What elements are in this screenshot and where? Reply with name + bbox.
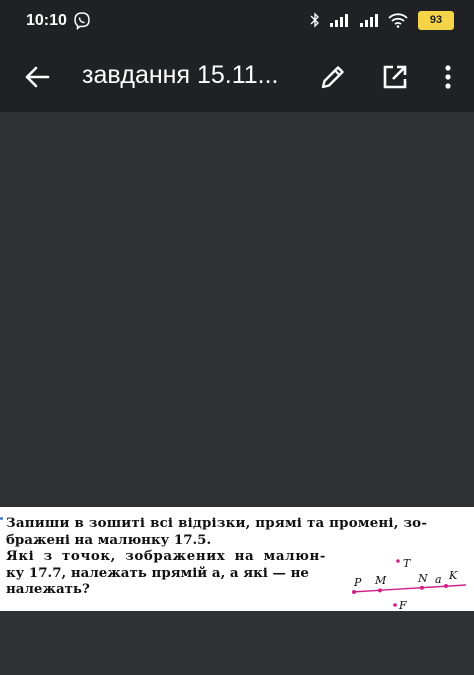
open-external-icon[interactable] [380,62,410,92]
point-t [396,559,400,563]
label-n: N [417,572,428,585]
viber-icon [74,12,90,31]
point-f [393,603,397,607]
battery-icon: 93 [418,11,454,30]
point-p [352,590,356,594]
label-t: T [403,557,412,570]
edit-pencil-icon[interactable] [318,62,348,92]
point-m [378,588,382,593]
label-k: K [448,569,458,582]
signal-icon [330,14,348,27]
image-viewer-background-bottom [0,611,474,675]
label-p: P [353,576,362,589]
document-line: Запиши в зошиті всі відрізки, прямі та п… [6,515,428,531]
label-a: a [435,573,442,586]
document-image[interactable]: Запиши в зошиті всі відрізки, прямі та п… [0,507,474,612]
point-n [420,585,424,590]
label-m: M [374,574,387,587]
image-viewer-background [0,112,474,507]
wifi-icon [388,12,408,28]
bullet-dot [0,517,3,520]
more-vert-icon[interactable] [438,62,458,92]
app-bar: завдання 15.11... [0,42,474,112]
page-title: завдання 15.11... [82,61,279,89]
point-k [444,584,448,588]
signal-icon [360,14,378,27]
status-bar: 10:10 93 [0,0,474,42]
back-arrow-icon[interactable] [22,62,52,92]
figure-17-7: T P M N a K F [351,557,467,612]
document-line: бражені на малюнку 17.5. [6,531,212,548]
status-icons [310,12,408,28]
line-a [351,584,467,593]
status-time: 10:10 [26,12,67,29]
bluetooth-icon [310,12,319,28]
